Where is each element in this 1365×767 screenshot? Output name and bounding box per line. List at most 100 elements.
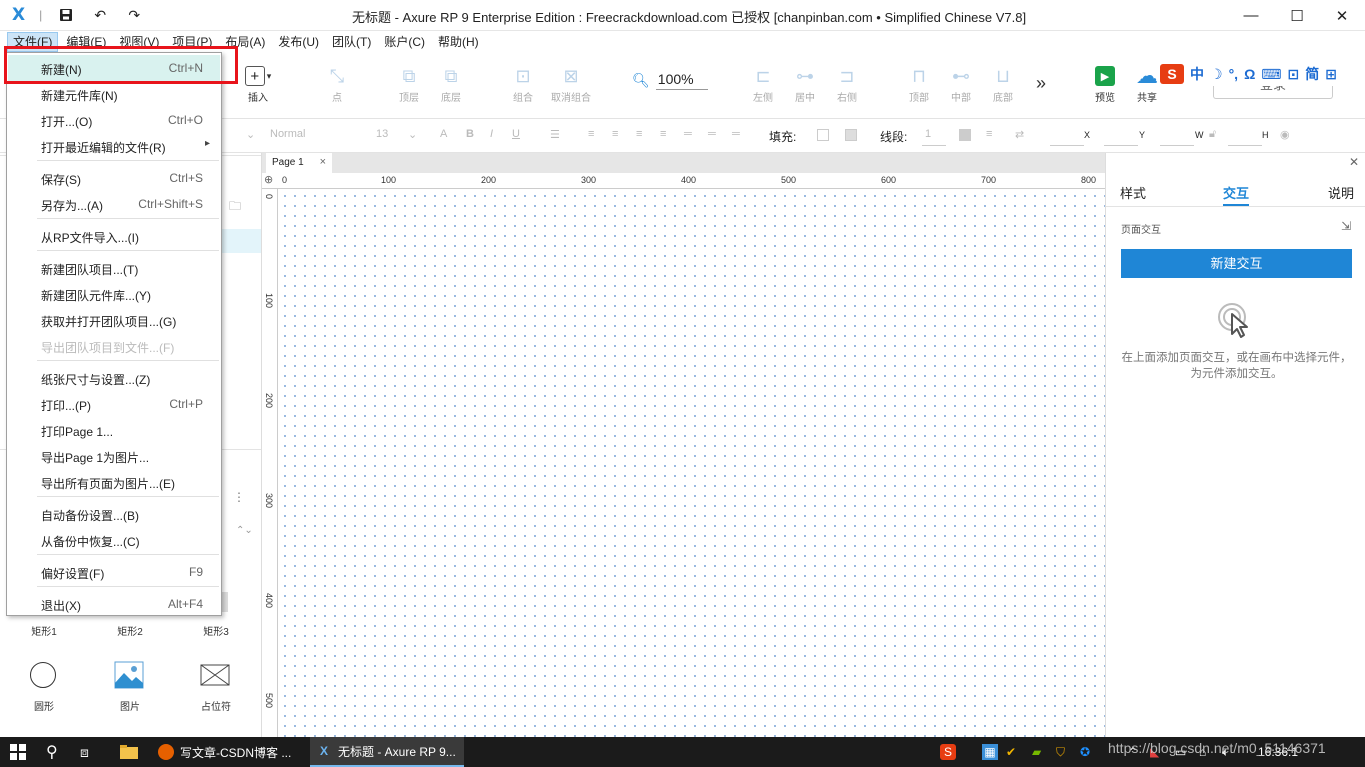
menu-item-autobackup[interactable]: 自动备份设置...(B)	[8, 501, 220, 527]
menu-item-new-library[interactable]: 新建元件库(N)	[8, 81, 220, 107]
redo-icon[interactable]: ↷	[124, 5, 144, 25]
align-text-right-icon[interactable]: ≡	[636, 128, 642, 140]
circle-widget-icon[interactable]	[30, 662, 56, 688]
menu-item-get-team-project[interactable]: 获取并打开团队项目...(G)	[8, 307, 220, 333]
taskbar-firefox[interactable]: 写文章-CSDN博客 ...	[152, 737, 306, 767]
close-button[interactable]: ✕	[1319, 0, 1365, 31]
collapse-icon[interactable]: ⇲	[1341, 219, 1351, 233]
justify-icon[interactable]: ≡	[660, 128, 666, 140]
keyboard-icon[interactable]: ⌨	[1261, 66, 1281, 83]
point-tool[interactable]: ⤡ 点	[312, 63, 362, 105]
bottom-layer-tool[interactable]: ⧉ 底层	[426, 63, 476, 105]
y-input[interactable]	[1104, 145, 1138, 146]
skin-icon[interactable]: ⊡	[1288, 66, 1300, 83]
menu-item-export-page-image[interactable]: 导出Page 1为图片...	[8, 443, 220, 469]
line-style-icon[interactable]: ≡	[986, 128, 992, 140]
menu-item-open[interactable]: 打开...(O) Ctrl+O	[8, 107, 220, 133]
search-icon[interactable]: ⚲	[46, 737, 58, 767]
close-icon[interactable]: ✕	[1349, 155, 1359, 169]
valign-middle-icon[interactable]: ═	[708, 128, 716, 140]
tab-page-1[interactable]: Page 1 ×	[266, 153, 332, 173]
zoom-control[interactable]: 🔍︎ 100%	[632, 71, 708, 90]
ime-chinese-mode[interactable]: 中	[1190, 64, 1204, 84]
sogou-tray-icon[interactable]: S	[940, 737, 956, 767]
fill-color-swatch[interactable]	[817, 129, 829, 141]
group-tool[interactable]: ⊡ 组合	[498, 63, 548, 105]
menu-item-exit[interactable]: 退出(X) Alt+F4	[8, 591, 220, 617]
more-tools-button[interactable]: »	[1016, 73, 1066, 94]
menu-item-recent[interactable]: 打开最近编辑的文件(R) ▸	[8, 133, 220, 159]
line-width-value[interactable]: 1	[925, 128, 931, 140]
menu-item-save-as[interactable]: 另存为...(A) Ctrl+Shift+S	[8, 191, 220, 217]
menu-help[interactable]: 帮助(H)	[433, 32, 484, 52]
punctuation-icon[interactable]: °,	[1229, 66, 1239, 82]
menu-item-print[interactable]: 打印...(P) Ctrl+P	[8, 391, 220, 417]
menu-item-new-team-project[interactable]: 新建团队项目...(T)	[8, 255, 220, 281]
underline-icon[interactable]: U	[512, 128, 520, 140]
menu-item-import-rp[interactable]: 从RP文件导入...(I)	[8, 223, 220, 249]
new-interaction-button[interactable]: 新建交互	[1121, 249, 1352, 278]
bullet-list-icon[interactable]: ☰	[550, 128, 560, 141]
more-options-icon[interactable]: ⋮	[233, 490, 245, 504]
align-text-left-icon[interactable]: ≡	[588, 128, 594, 140]
font-select[interactable]: Normal	[270, 128, 305, 140]
maximize-button[interactable]: ☐	[1274, 0, 1320, 31]
placeholder-widget-icon[interactable]	[200, 664, 230, 686]
align-text-center-icon[interactable]: ≡	[612, 128, 618, 140]
image-widget-icon[interactable]	[114, 661, 144, 689]
tray-check-icon[interactable]: ✔	[1006, 737, 1016, 767]
menu-item-restore-backup[interactable]: 从备份中恢复...(C)	[8, 527, 220, 553]
shadow-swatch[interactable]	[845, 129, 857, 141]
menu-publish[interactable]: 发布(U)	[273, 32, 324, 52]
align-right-tool[interactable]: ⊐ 右侧	[822, 63, 872, 105]
font-color-icon[interactable]: A	[440, 128, 447, 140]
windows-start-icon[interactable]	[10, 737, 26, 767]
sogou-icon[interactable]: S	[1160, 64, 1184, 84]
library-select-chevron-icon[interactable]: ⌃⌄	[236, 525, 253, 536]
shield-icon[interactable]: ⛉	[1056, 737, 1065, 767]
menu-item-print-page[interactable]: 打印Page 1...	[8, 417, 220, 443]
minimize-button[interactable]: —	[1228, 0, 1274, 31]
task-view-icon[interactable]: ⧈	[80, 737, 89, 767]
tray-app-icon[interactable]: ▦	[982, 737, 998, 767]
tray-blue-icon[interactable]: ✪	[1080, 737, 1090, 767]
italic-icon[interactable]: I	[490, 128, 493, 140]
arrow-style-icon[interactable]: ⇄	[1015, 128, 1024, 141]
close-icon[interactable]: ×	[320, 156, 326, 168]
valign-top-icon[interactable]: ═	[684, 128, 692, 140]
menu-item-preferences[interactable]: 偏好设置(F) F9	[8, 559, 220, 585]
page-row-highlight[interactable]	[222, 229, 261, 253]
insert-tool[interactable]: + ▾ 插入	[233, 63, 283, 104]
taskbar-axure[interactable]: X 无标题 - Axure RP 9...	[310, 737, 464, 767]
design-canvas[interactable]	[278, 189, 1105, 737]
menu-item-save[interactable]: 保存(S) Ctrl+S	[8, 165, 220, 191]
menu-team[interactable]: 团队(T)	[327, 32, 376, 52]
tab-interaction[interactable]: 交互	[1223, 183, 1249, 202]
menu-item-page-setup[interactable]: 纸张尺寸与设置...(Z)	[8, 365, 220, 391]
menu-item-export-all-images[interactable]: 导出所有页面为图片...(E)	[8, 469, 220, 495]
line-color-swatch[interactable]	[959, 129, 971, 141]
save-icon[interactable]	[56, 5, 76, 25]
chevron-down-icon[interactable]: ⌄	[408, 128, 417, 141]
x-input[interactable]	[1050, 145, 1084, 146]
w-input[interactable]	[1160, 145, 1194, 146]
tab-notes[interactable]: 说明	[1328, 183, 1354, 202]
undo-icon[interactable]: ↶	[90, 5, 110, 25]
moon-icon[interactable]: ☽	[1210, 66, 1223, 83]
tab-style[interactable]: 样式	[1120, 183, 1146, 202]
menu-account[interactable]: 账户(C)	[379, 32, 430, 52]
nvidia-icon[interactable]: ▰	[1032, 737, 1041, 767]
lock-icon[interactable]: 🔓︎	[1209, 128, 1216, 141]
bold-icon[interactable]: B	[466, 128, 474, 140]
chevron-down-icon[interactable]: ⌄	[246, 128, 255, 141]
valign-bottom-icon[interactable]: ═	[732, 128, 740, 140]
ime-simplified[interactable]: 简	[1305, 64, 1319, 84]
font-size-select[interactable]: 13	[376, 128, 388, 140]
symbol-icon[interactable]: Ω	[1244, 66, 1255, 82]
menu-item-new-team-library[interactable]: 新建团队元件库...(Y)	[8, 281, 220, 307]
grid-icon[interactable]: ⊞	[1325, 66, 1337, 83]
h-input[interactable]	[1228, 145, 1262, 146]
visibility-icon[interactable]: ◉	[1280, 128, 1290, 141]
ungroup-tool[interactable]: ⊠ 取消组合	[546, 63, 596, 105]
folder-icon[interactable]: 🗀	[229, 197, 241, 218]
